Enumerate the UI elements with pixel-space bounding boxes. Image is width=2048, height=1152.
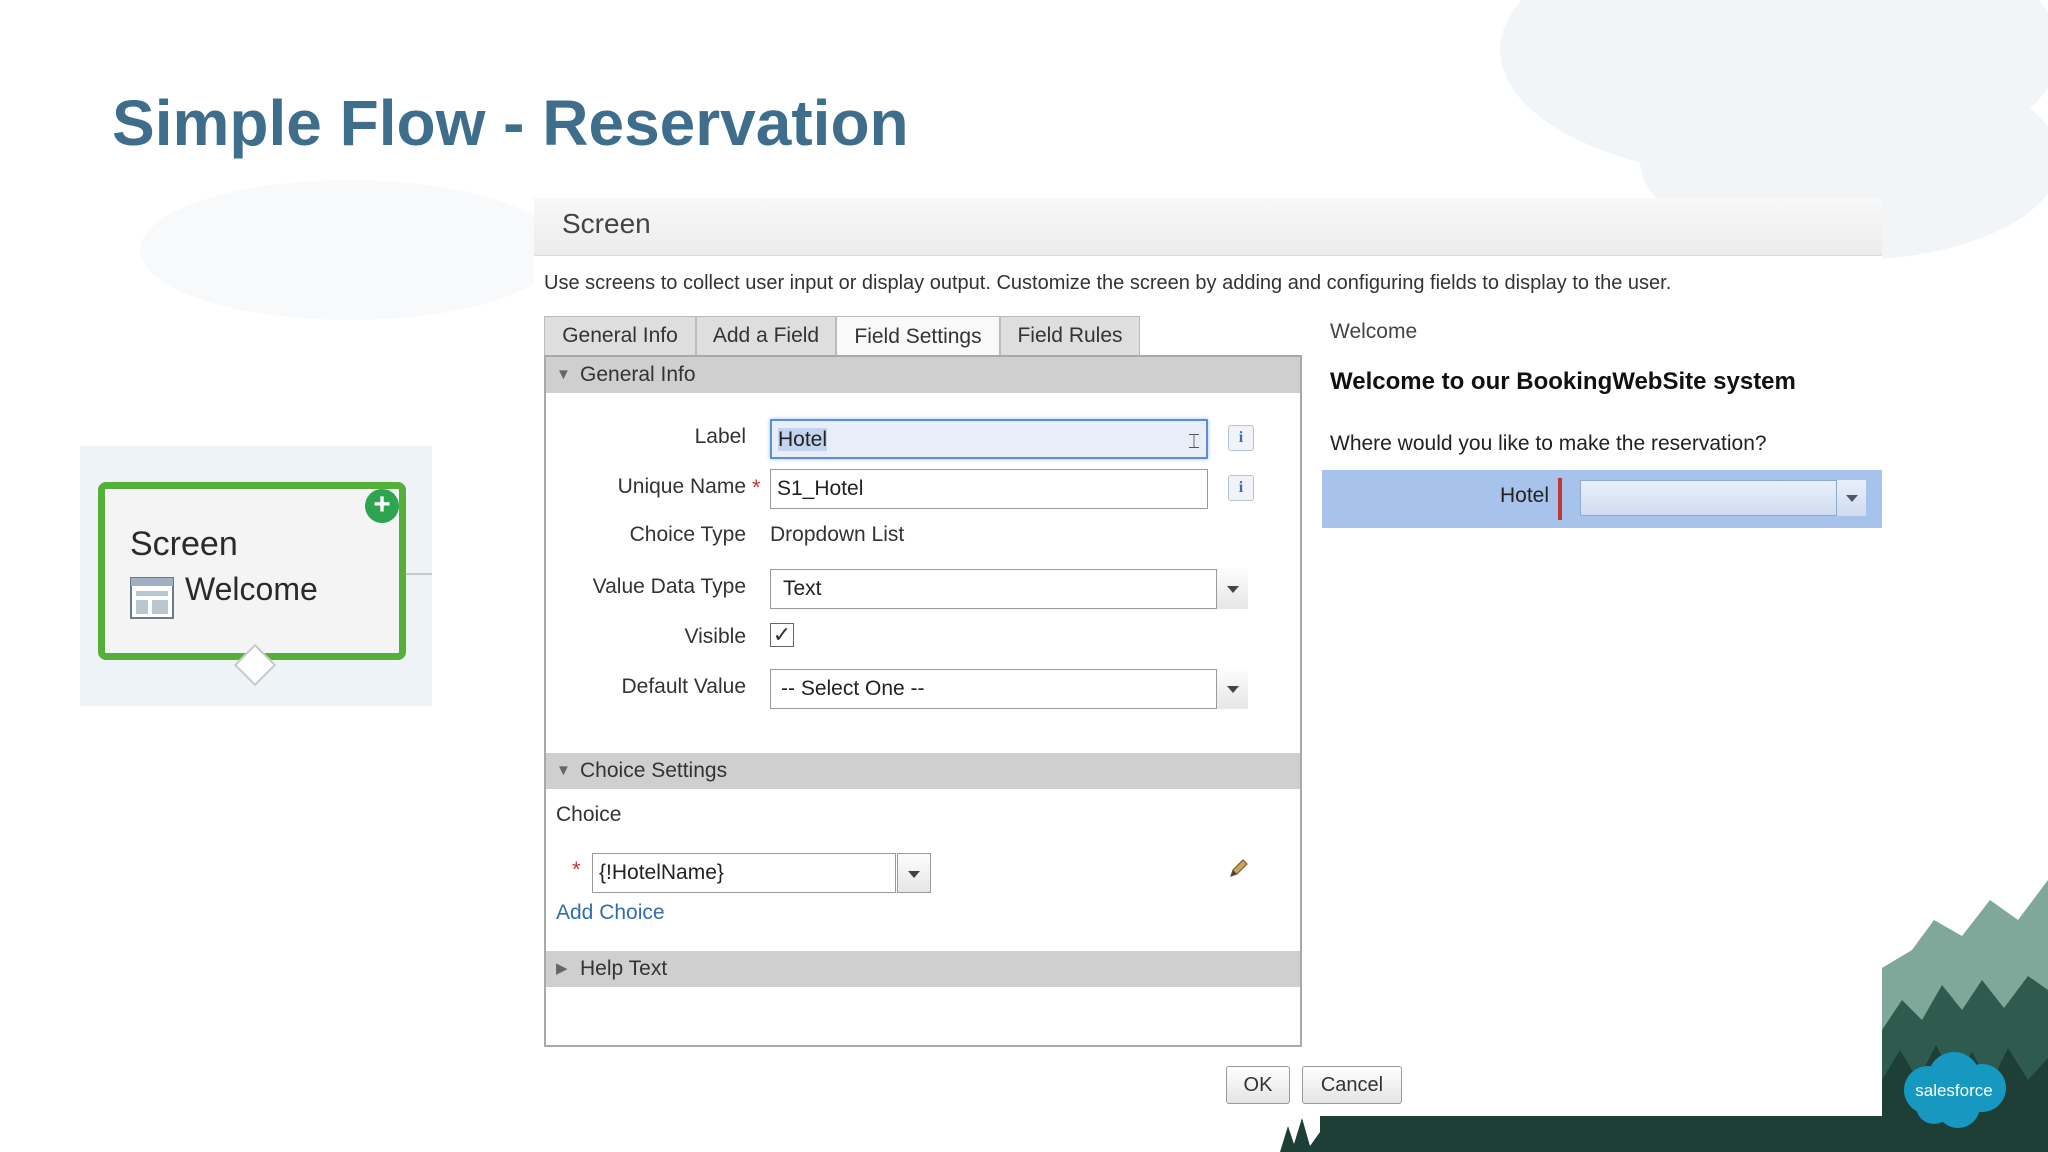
preview-hotel-select[interactable] [1580, 480, 1866, 516]
label-input[interactable]: Hotel ⌶ [770, 419, 1208, 459]
dialog-title: Screen [562, 208, 651, 239]
choice-input[interactable]: {!HotelName} [592, 853, 931, 893]
section-label: Choice Settings [580, 759, 728, 782]
default-value-value: -- Select One -- [781, 677, 925, 700]
svg-text:salesforce: salesforce [1915, 1081, 1992, 1100]
add-choice-link[interactable]: Add Choice [556, 901, 665, 925]
background-cloud [140, 180, 560, 320]
dialog-description: Use screens to collect user input or dis… [544, 272, 1672, 294]
dialog-header: Screen [534, 198, 1882, 256]
required-asterisk-icon: * [572, 857, 581, 882]
screen-node[interactable]: + Screen Welcome [98, 482, 406, 660]
section-label: Help Text [580, 957, 668, 980]
tab-field-rules[interactable]: Field Rules [1000, 316, 1140, 356]
unique-name-info-icon[interactable]: i [1228, 475, 1254, 501]
preview-screen-name: Welcome [1330, 320, 1418, 343]
chevron-down-icon[interactable] [1836, 480, 1866, 516]
expand-triangle-icon: ▶ [556, 960, 568, 977]
unique-name-input[interactable]: S1_Hotel [770, 469, 1208, 509]
collapse-triangle-icon: ▼ [556, 762, 571, 779]
node-name-label: Welcome [185, 571, 318, 607]
tab-general-info[interactable]: General Info [544, 316, 696, 356]
salesforce-logo: salesforce [1904, 1052, 2006, 1128]
section-label: General Info [580, 363, 696, 386]
chevron-down-icon[interactable] [1216, 569, 1248, 609]
tree-line-decoration [1280, 1116, 1882, 1152]
visible-label: Visible [684, 625, 746, 648]
label-field-label: Label [694, 425, 746, 448]
preview-question: Where would you like to make the reserva… [1330, 432, 1767, 455]
tab-add-a-field[interactable]: Add a Field [696, 316, 836, 356]
tab-field-settings[interactable]: Field Settings [836, 316, 1000, 358]
node-type-label: Screen [130, 525, 238, 563]
chevron-down-icon[interactable] [897, 853, 931, 893]
connector-line [404, 573, 432, 575]
screen-element-icon [130, 577, 174, 619]
label-info-icon[interactable]: i [1228, 425, 1254, 451]
chevron-down-icon[interactable] [1216, 669, 1248, 709]
slide-title: Simple Flow - Reservation [112, 87, 909, 159]
collapse-triangle-icon: ▼ [556, 366, 571, 383]
choice-label: Choice [556, 803, 622, 826]
default-value-label: Default Value [621, 675, 746, 698]
choice-type-value: Dropdown List [770, 523, 905, 546]
choice-type-label: Choice Type [629, 523, 746, 546]
pencil-icon[interactable] [1228, 857, 1250, 879]
required-bar-indicator [1558, 478, 1562, 520]
preview-hotel-label: Hotel [1500, 484, 1550, 507]
required-asterisk-icon: * [752, 475, 761, 500]
default-value-select[interactable]: -- Select One -- [770, 669, 1248, 709]
value-data-type-label: Value Data Type [592, 575, 746, 598]
screen-dialog: Screen Use screens to collect user input… [534, 198, 1882, 1114]
preview-hotel-field-row[interactable]: Hotel [1322, 470, 1882, 528]
field-settings-panel: ▼ General Info Label Hotel ⌶ i Unique Na… [544, 355, 1302, 1047]
label-input-value: Hotel [778, 428, 828, 451]
choice-input-value: {!HotelName} [599, 861, 724, 884]
help-text-section-header[interactable]: ▶ Help Text [546, 951, 1300, 987]
general-info-section-header[interactable]: ▼ General Info [546, 357, 1300, 393]
value-data-type-select[interactable]: Text [770, 569, 1248, 609]
preview-heading: Welcome to our BookingWebSite system [1330, 368, 1796, 395]
text-cursor-icon: ⌶ [1188, 431, 1200, 453]
unique-name-label: Unique Name [617, 475, 746, 498]
choice-settings-section-header[interactable]: ▼ Choice Settings [546, 753, 1300, 789]
value-data-type-value: Text [783, 577, 822, 600]
add-connector-icon[interactable]: + [365, 489, 399, 523]
visible-checkbox[interactable]: ✓ [770, 623, 794, 647]
